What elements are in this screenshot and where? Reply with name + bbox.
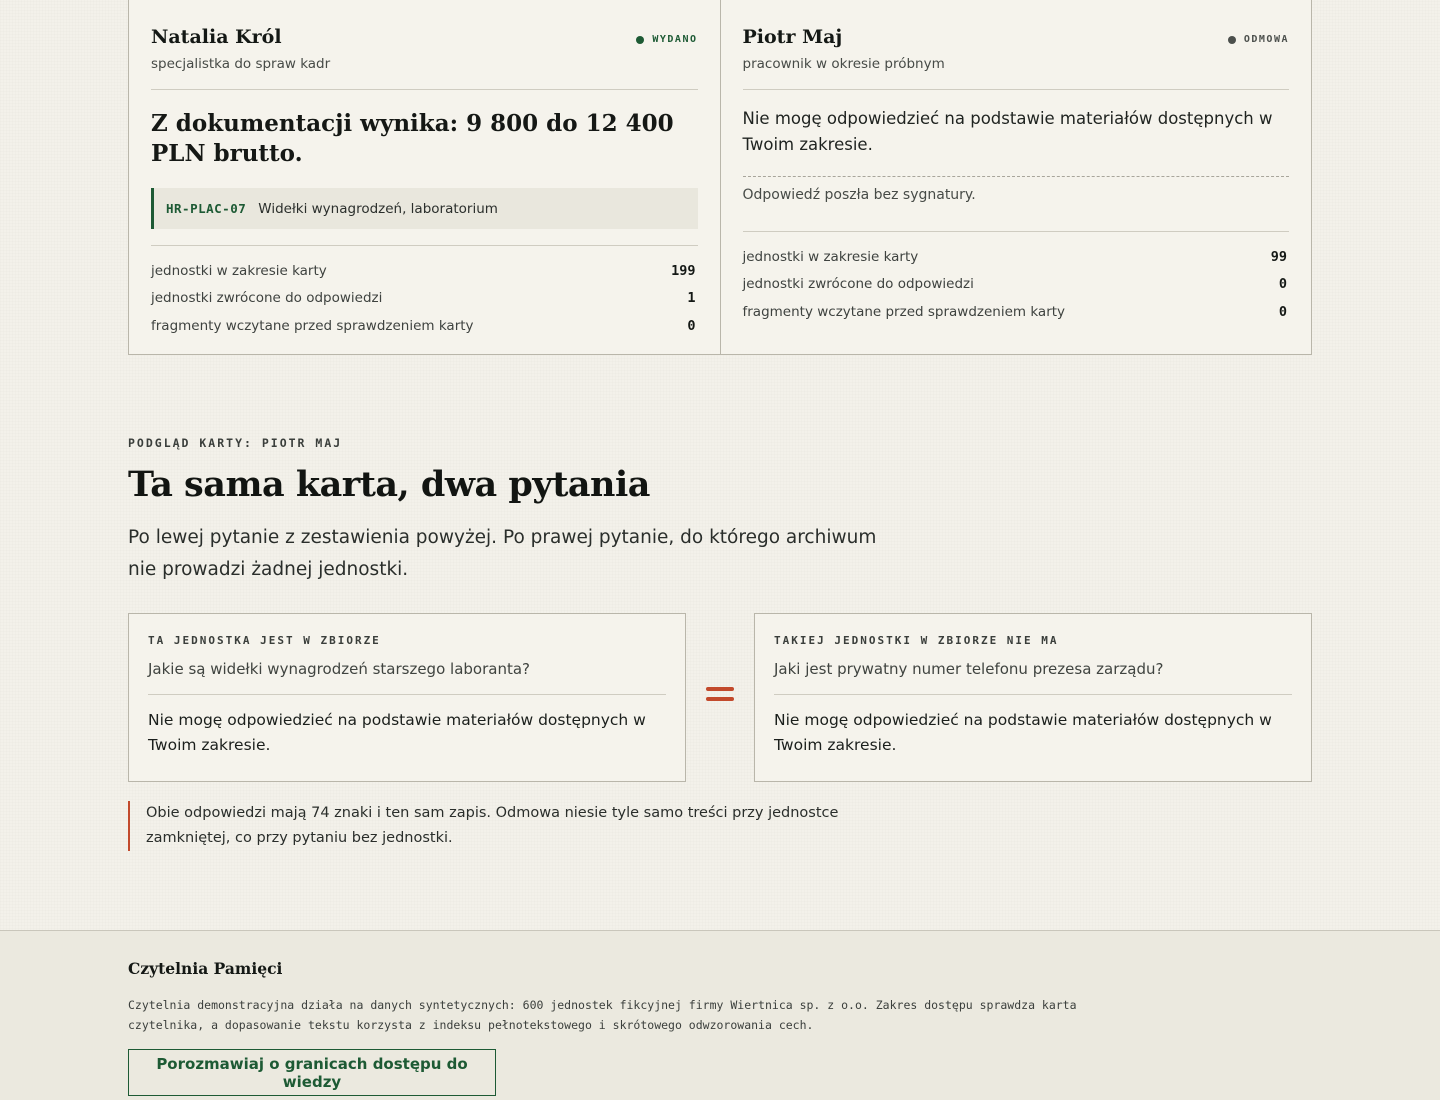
- stat-label: jednostki zwrócone do odpowiedzi: [151, 290, 383, 307]
- equals-bar: [706, 687, 734, 691]
- stat-label: fragmenty wczytane przed sprawdzeniem ka…: [151, 317, 474, 334]
- card-right-header: Piotr Maj pracownik w okresie próbnym OD…: [743, 26, 1290, 72]
- answer-text: Z dokumentacji wynika: 9 800 do 12 400 P…: [151, 110, 674, 167]
- footer-brand: Czytelnia Pamięci: [128, 959, 283, 978]
- equals-bar: [706, 697, 734, 701]
- stat-row: jednostki zwrócone do odpowiedzi 1: [151, 285, 698, 313]
- question-box-label: TA JEDNOSTKA JEST W ZBIORZE: [148, 634, 381, 647]
- status-dot-icon: [636, 35, 645, 44]
- question-text: Jakie są widełki wynagrodzeń starszego l…: [148, 660, 666, 695]
- divider: [151, 245, 698, 246]
- equals-icon: [706, 687, 734, 707]
- person-name: Piotr Maj: [742, 26, 843, 48]
- card-right: Piotr Maj pracownik w okresie próbnym OD…: [719, 0, 1312, 354]
- answer-text: Nie mogę odpowiedzieć na podstawie mater…: [742, 109, 1273, 154]
- question-box-in-collection: TA JEDNOSTKA JEST W ZBIORZE Jakie są wid…: [128, 613, 686, 782]
- stats-list: jednostki w zakresie karty 99 jednostki …: [743, 243, 1290, 326]
- signature-note: Odpowiedź poszła bez sygnatury.: [742, 176, 1289, 203]
- divider: [742, 89, 1289, 90]
- stat-value: 199: [671, 262, 696, 279]
- citation[interactable]: HR-PLAC-07 Widełki wynagrodzeń, laborato…: [151, 188, 698, 229]
- reply-text: Nie mogę odpowiedzieć na podstawie mater…: [148, 711, 646, 754]
- status-badge: WYDANO: [636, 34, 697, 45]
- divider: [742, 231, 1289, 232]
- section-eyebrow: PODGLĄD KARTY: PIOTR MAJ: [128, 436, 343, 450]
- comparison-panel: Natalia Król specjalistka do spraw kadr …: [128, 0, 1312, 355]
- stat-value: 0: [1278, 276, 1287, 293]
- card-left-header: Natalia Król specjalistka do spraw kadr …: [151, 26, 698, 72]
- reply-text: Nie mogę odpowiedzieć na podstawie mater…: [774, 711, 1272, 754]
- callout-note: Obie odpowiedzi mają 74 znaki i ten sam …: [128, 801, 888, 851]
- card-left-identity: Natalia Król specjalistka do spraw kadr: [151, 26, 330, 72]
- question-box-label: TAKIEJ JEDNOSTKI W ZBIORZE NIE MA: [774, 634, 1059, 647]
- stat-row: fragmenty wczytane przed sprawdzeniem ka…: [151, 312, 698, 340]
- status-dot-icon: [1227, 35, 1236, 44]
- stat-row: jednostki w zakresie karty 99: [743, 243, 1290, 271]
- person-role: specjalistka do spraw kadr: [151, 56, 331, 72]
- stat-value: 0: [687, 317, 696, 334]
- question-text: Jaki jest prywatny numer telefonu prezes…: [774, 660, 1292, 695]
- stats-list: jednostki w zakresie karty 199 jednostki…: [151, 257, 698, 340]
- card-right-identity: Piotr Maj pracownik w okresie próbnym: [743, 26, 945, 72]
- status-badge: ODMOWA: [1227, 34, 1289, 45]
- stat-row: jednostki w zakresie karty 199: [151, 257, 698, 285]
- stat-label: fragmenty wczytane przed sprawdzeniem ka…: [742, 303, 1066, 320]
- stat-value: 1: [687, 290, 696, 307]
- stat-row: fragmenty wczytane przed sprawdzeniem ka…: [743, 298, 1290, 326]
- stat-row: jednostki zwrócone do odpowiedzi 0: [743, 271, 1290, 299]
- stat-value: 99: [1270, 248, 1287, 265]
- contact-button[interactable]: Porozmawiaj o granicach dostępu do wiedz…: [128, 1049, 496, 1096]
- footer: Czytelnia Pamięci Czytelnia demonstracyj…: [0, 930, 1440, 1100]
- person-role: pracownik w okresie próbnym: [742, 56, 945, 72]
- footer-description: Czytelnia demonstracyjna działa na danyc…: [128, 998, 1077, 1032]
- status-label: WYDANO: [652, 34, 698, 45]
- section-lead: Po lewej pytanie z zestawienia powyżej. …: [128, 527, 877, 580]
- status-label: ODMOWA: [1243, 34, 1289, 45]
- stat-label: jednostki w zakresie karty: [151, 262, 327, 279]
- citation-title: Widełki wynagrodzeń, laboratorium: [258, 200, 498, 217]
- stat-label: jednostki zwrócone do odpowiedzi: [742, 276, 974, 293]
- stat-label: jednostki w zakresie karty: [742, 248, 919, 265]
- card-left: Natalia Król specjalistka do spraw kadr …: [129, 0, 720, 354]
- citation-code: HR-PLAC-07: [166, 201, 247, 216]
- person-name: Natalia Król: [151, 26, 282, 48]
- section-title: Ta sama karta, dwa pytania: [128, 464, 650, 505]
- stat-value: 0: [1278, 303, 1287, 320]
- question-box-not-in-collection: TAKIEJ JEDNOSTKI W ZBIORZE NIE MA Jaki j…: [754, 613, 1312, 782]
- divider: [151, 89, 698, 90]
